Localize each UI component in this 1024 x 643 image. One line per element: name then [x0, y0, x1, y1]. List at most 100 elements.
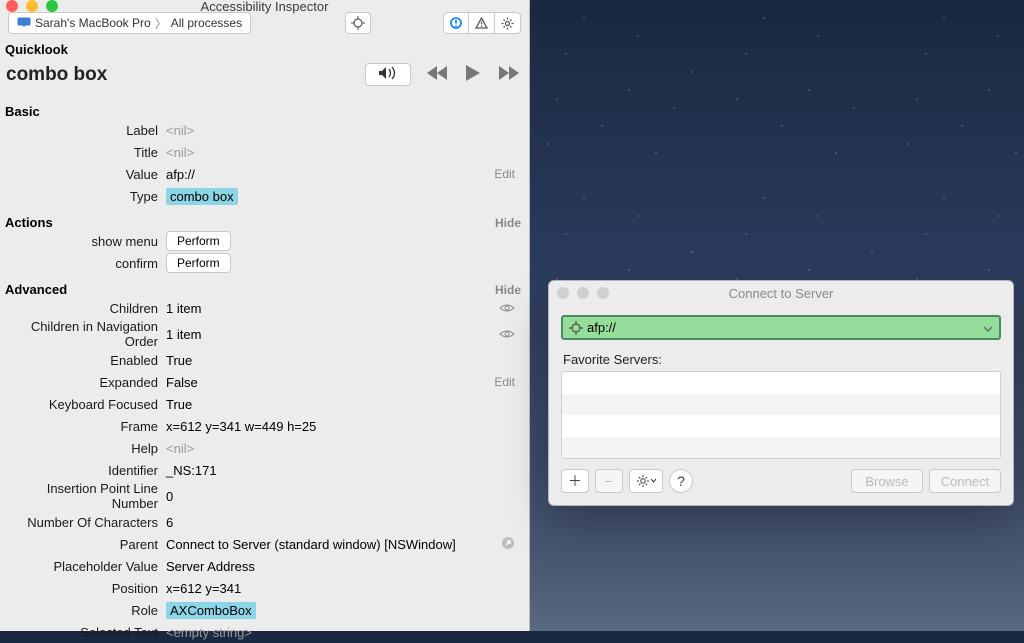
- favorite-servers-label: Favorite Servers:: [563, 352, 1001, 367]
- edit-expanded-link[interactable]: Edit: [494, 375, 515, 389]
- prop-key-label: Label: [4, 123, 166, 138]
- target-device-label: Sarah's MacBook Pro: [35, 16, 151, 30]
- inspector-mode-segment: [443, 12, 521, 34]
- quicklook-heading: Quicklook: [4, 36, 521, 57]
- quicklook-element-title: combo box: [6, 64, 107, 86]
- prop-val-kfocused: True: [166, 397, 192, 412]
- browse-button[interactable]: Browse: [851, 469, 923, 493]
- inspector-window-title: Accessibility Inspector: [0, 0, 529, 14]
- prop-key-kfocused: Keyboard Focused: [4, 397, 166, 412]
- prop-val-title: <nil>: [166, 145, 194, 160]
- zoom-window-button[interactable]: [597, 287, 609, 299]
- prop-key-role: Role: [4, 603, 166, 618]
- next-button[interactable]: [497, 65, 519, 84]
- accessibility-inspector-window: Accessibility Inspector Sarah's MacBook …: [0, 0, 530, 631]
- eye-icon[interactable]: [499, 328, 515, 340]
- settings-tab-button[interactable]: [495, 12, 521, 34]
- prop-key-seltext: Selected Text: [4, 625, 166, 640]
- chevron-right-icon: 〉: [155, 15, 167, 32]
- actions-hide-toggle[interactable]: Hide: [495, 216, 521, 230]
- prop-val-children: 1 item: [166, 301, 201, 316]
- inspection-target-picker[interactable]: Sarah's MacBook Pro 〉 All processes: [8, 12, 251, 34]
- advanced-section-heading: Advanced: [5, 282, 67, 297]
- add-favorite-button[interactable]: ＋: [561, 469, 589, 493]
- cts-titlebar: Connect to Server: [549, 281, 1013, 305]
- connect-button[interactable]: Connect: [929, 469, 1001, 493]
- traffic-lights: [6, 0, 58, 12]
- prop-val-childnav: 1 item: [166, 327, 201, 342]
- close-window-button[interactable]: [6, 0, 18, 12]
- favorite-servers-list[interactable]: [561, 371, 1001, 459]
- cts-window-title: Connect to Server: [549, 286, 1013, 301]
- prop-key-placeholder: Placeholder Value: [4, 559, 166, 574]
- prop-key-position: Position: [4, 581, 166, 596]
- inspection-tab-button[interactable]: [443, 12, 469, 34]
- prop-key-value: Value: [4, 167, 166, 182]
- prop-val-frame: x=612 y=341 w=449 h=25: [166, 419, 316, 434]
- eye-icon[interactable]: [499, 302, 515, 314]
- list-item[interactable]: [562, 415, 1000, 437]
- prop-key-childnav: Children in Navigation Order: [4, 319, 166, 349]
- prop-val-role: AXComboBox: [166, 602, 256, 619]
- server-address-combobox[interactable]: [561, 315, 1001, 340]
- prop-key-help: Help: [4, 441, 166, 456]
- inspection-target-icon: [569, 321, 583, 335]
- prop-key-identifier: Identifier: [4, 463, 166, 478]
- server-address-input[interactable]: [587, 320, 983, 335]
- inspector-toolbar: Sarah's MacBook Pro 〉 All processes: [0, 12, 529, 34]
- list-item[interactable]: [562, 372, 1000, 394]
- prop-val-type: combo box: [166, 188, 238, 205]
- desktop-wallpaper: [530, 0, 1024, 280]
- list-item[interactable]: [562, 394, 1000, 416]
- action-key-showmenu: show menu: [4, 234, 166, 249]
- edit-value-link[interactable]: Edit: [494, 167, 515, 181]
- previous-button[interactable]: [427, 65, 449, 84]
- prop-val-value: afp://: [166, 167, 195, 182]
- prop-key-nchars: Number Of Characters: [4, 515, 166, 530]
- prop-val-identifier: _NS:171: [166, 463, 217, 478]
- minimize-window-button[interactable]: [577, 287, 589, 299]
- prop-val-ipln: 0: [166, 489, 173, 504]
- prop-key-title: Title: [4, 145, 166, 160]
- prop-key-parent: Parent: [4, 537, 166, 552]
- prop-val-enabled: True: [166, 353, 192, 368]
- action-menu-button[interactable]: [629, 469, 663, 493]
- perform-showmenu-button[interactable]: Perform: [166, 231, 231, 251]
- prop-key-children: Children: [4, 301, 166, 316]
- prop-key-ipln: Insertion Point Line Number: [4, 481, 166, 511]
- navigate-parent-icon[interactable]: [501, 536, 515, 553]
- mac-icon: [17, 16, 31, 30]
- list-item[interactable]: [562, 437, 1000, 459]
- advanced-hide-toggle[interactable]: Hide: [495, 283, 521, 297]
- basic-section-heading: Basic: [4, 98, 521, 119]
- prop-val-expanded: False: [166, 375, 198, 390]
- minimize-window-button[interactable]: [26, 0, 38, 12]
- prop-key-enabled: Enabled: [4, 353, 166, 368]
- speak-button[interactable]: [365, 63, 411, 86]
- inspector-titlebar: Accessibility Inspector: [0, 0, 529, 12]
- prop-key-type: Type: [4, 189, 166, 204]
- audit-tab-button[interactable]: [469, 12, 495, 34]
- chevron-down-icon[interactable]: [983, 320, 993, 335]
- target-picker-button[interactable]: [345, 12, 371, 34]
- close-window-button[interactable]: [557, 287, 569, 299]
- cts-traffic-lights: [557, 287, 609, 299]
- prop-val-nchars: 6: [166, 515, 173, 530]
- prop-key-expanded: Expanded: [4, 375, 166, 390]
- help-button[interactable]: ?: [669, 469, 693, 493]
- zoom-window-button[interactable]: [46, 0, 58, 12]
- quicklook-media-controls: [365, 63, 519, 86]
- prop-val-label: <nil>: [166, 123, 194, 138]
- prop-val-parent: Connect to Server (standard window) [NSW…: [166, 537, 456, 552]
- prop-val-placeholder: Server Address: [166, 559, 255, 574]
- connect-to-server-window: Connect to Server Favorite Servers: ＋ − …: [548, 280, 1014, 506]
- play-button[interactable]: [465, 64, 481, 85]
- prop-val-help: <nil>: [166, 441, 194, 456]
- remove-favorite-button[interactable]: −: [595, 469, 623, 493]
- prop-val-position: x=612 y=341: [166, 581, 241, 596]
- actions-section-heading: Actions: [5, 215, 53, 230]
- perform-confirm-button[interactable]: Perform: [166, 253, 231, 273]
- prop-key-frame: Frame: [4, 419, 166, 434]
- target-process-label: All processes: [171, 16, 242, 30]
- action-key-confirm: confirm: [4, 256, 166, 271]
